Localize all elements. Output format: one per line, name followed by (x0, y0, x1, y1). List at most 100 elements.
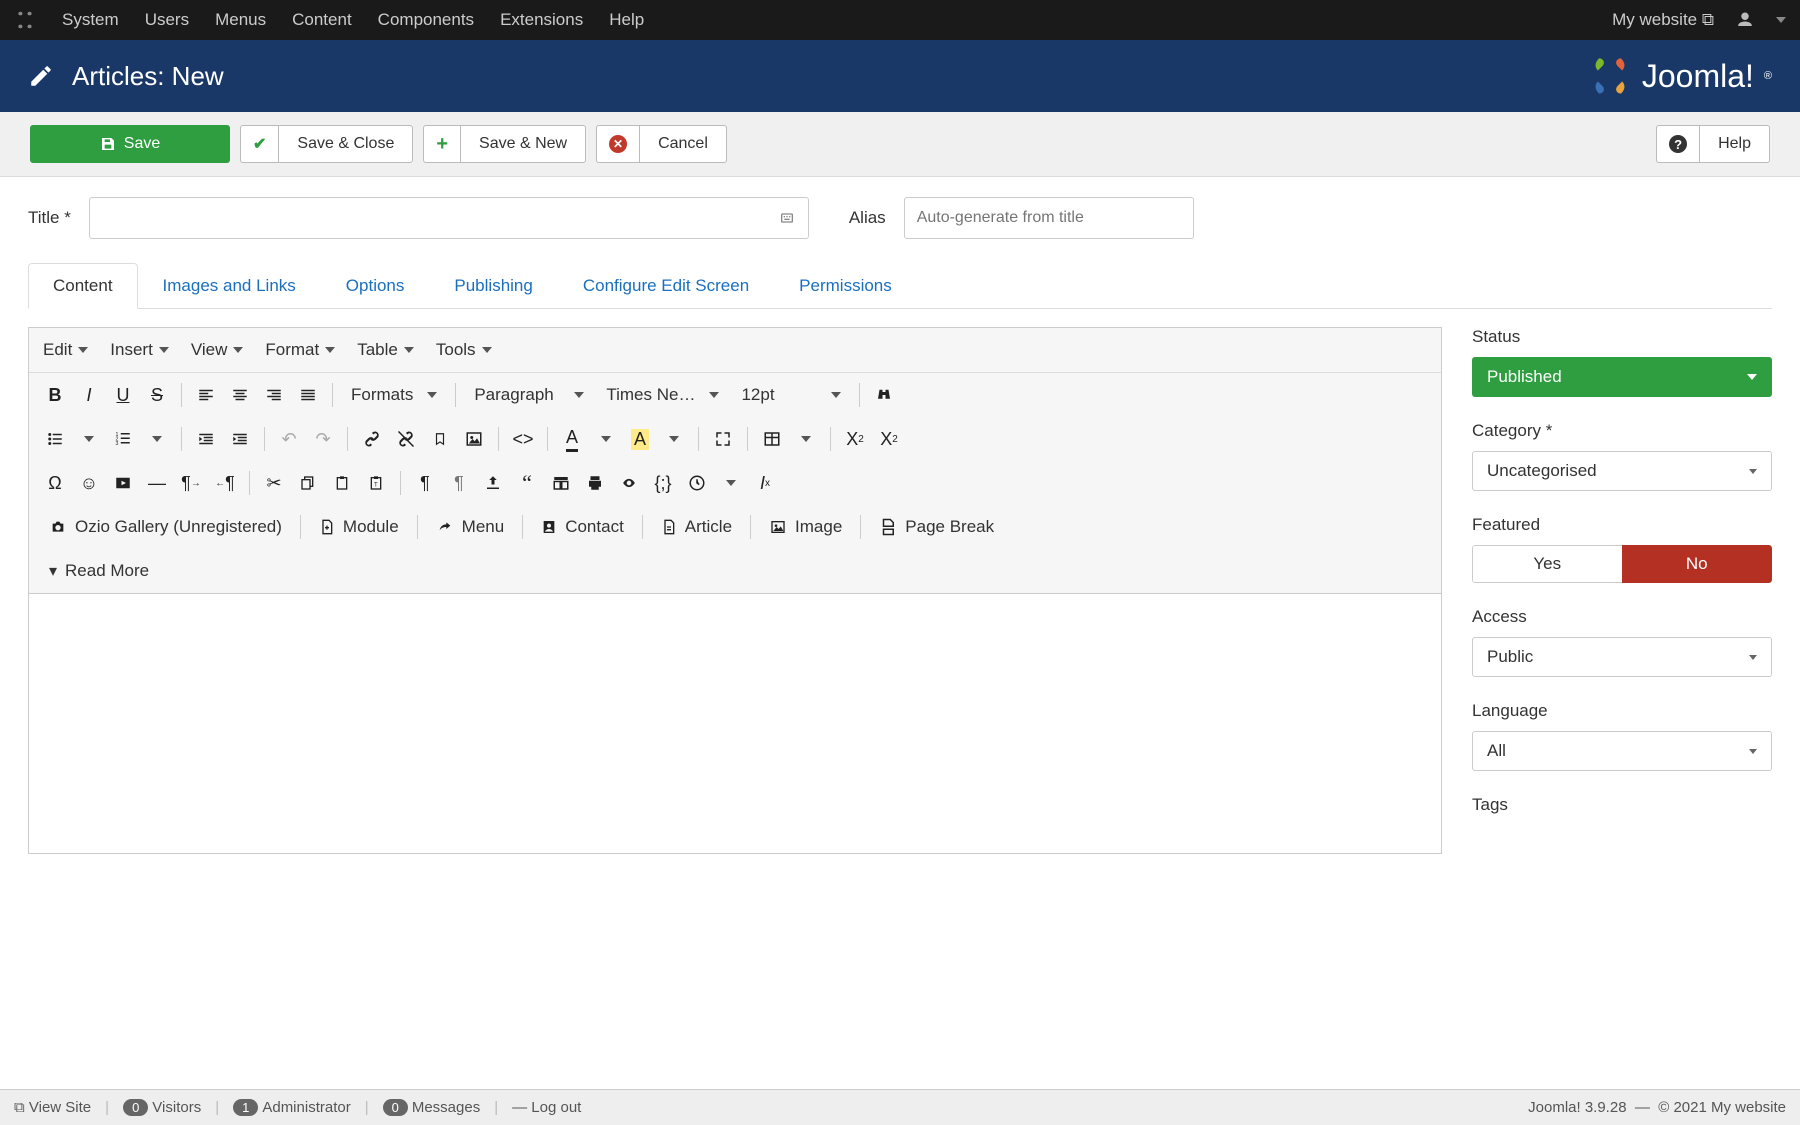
underline-icon[interactable]: U (107, 379, 139, 411)
menu-table[interactable]: Table (357, 340, 414, 360)
tab-configure-edit[interactable]: Configure Edit Screen (558, 263, 774, 309)
featured-yes[interactable]: Yes (1472, 545, 1622, 583)
menu-content[interactable]: Content (292, 10, 352, 30)
alias-input[interactable] (904, 197, 1194, 239)
bg-color-caret-icon[interactable] (658, 423, 690, 455)
template-icon[interactable] (545, 467, 577, 499)
user-icon[interactable] (1736, 11, 1754, 29)
featured-no[interactable]: No (1622, 545, 1773, 583)
text-color-icon[interactable]: A (556, 423, 588, 455)
help-button[interactable]: Help (1699, 125, 1770, 163)
ozio-button[interactable]: Ozio Gallery (Unregistered) (39, 511, 292, 543)
rtl-icon[interactable]: ←¶ (209, 467, 241, 499)
bold-icon[interactable]: B (39, 379, 71, 411)
logout-link[interactable]: — Log out (512, 1099, 581, 1116)
paste-text-icon[interactable]: T (360, 467, 392, 499)
blockquote-icon[interactable]: “ (511, 467, 543, 499)
clear-format-icon[interactable]: Ix (749, 467, 781, 499)
help-icon-button[interactable]: ? (1656, 125, 1699, 163)
font-select[interactable]: Times Ne… (596, 379, 729, 411)
tab-permissions[interactable]: Permissions (774, 263, 917, 309)
bullet-list-icon[interactable] (39, 423, 71, 455)
number-list-caret-icon[interactable] (141, 423, 173, 455)
bg-color-icon[interactable]: A (624, 423, 656, 455)
omega-icon[interactable]: Ω (39, 467, 71, 499)
table-icon[interactable] (756, 423, 788, 455)
article-button[interactable]: Article (651, 511, 742, 543)
emoji-icon[interactable]: ☺ (73, 467, 105, 499)
tab-options[interactable]: Options (321, 263, 430, 309)
user-caret-icon[interactable] (1776, 17, 1786, 23)
menu-extensions[interactable]: Extensions (500, 10, 583, 30)
binoculars-icon[interactable] (868, 379, 900, 411)
image-icon[interactable] (458, 423, 490, 455)
number-list-icon[interactable]: 123 (107, 423, 139, 455)
ltr-icon[interactable]: ¶→ (175, 467, 207, 499)
unlink-icon[interactable] (390, 423, 422, 455)
status-select[interactable]: Published (1472, 357, 1772, 397)
pagebreak-button[interactable]: Page Break (869, 511, 1004, 543)
cut-icon[interactable]: ✂ (258, 467, 290, 499)
strikethrough-icon[interactable]: S (141, 379, 173, 411)
joomla-glyph-icon[interactable] (14, 9, 36, 31)
contact-button[interactable]: Contact (531, 511, 634, 543)
messages-link[interactable]: 0Messages (383, 1099, 481, 1116)
save-new-icon-button[interactable]: + (423, 125, 460, 163)
image-button[interactable]: Image (759, 511, 852, 543)
menu-button[interactable]: Menu (426, 511, 515, 543)
preview-icon[interactable] (613, 467, 645, 499)
menu-format[interactable]: Format (265, 340, 335, 360)
cancel-button[interactable]: Cancel (639, 125, 727, 163)
redo-icon[interactable]: ↷ (307, 423, 339, 455)
menu-insert[interactable]: Insert (110, 340, 169, 360)
tab-content[interactable]: Content (28, 263, 138, 309)
text-color-caret-icon[interactable] (590, 423, 622, 455)
access-select[interactable]: Public (1472, 637, 1772, 677)
align-left-icon[interactable] (190, 379, 222, 411)
fontsize-select[interactable]: 12pt (731, 379, 851, 411)
link-icon[interactable] (356, 423, 388, 455)
show-invisible-icon[interactable]: ¶ (443, 467, 475, 499)
copy-icon[interactable] (292, 467, 324, 499)
fullscreen-icon[interactable] (707, 423, 739, 455)
save-button[interactable]: Save (30, 125, 230, 163)
module-button[interactable]: Module (309, 511, 409, 543)
datetime-icon[interactable] (681, 467, 713, 499)
code-icon[interactable]: <> (507, 423, 539, 455)
align-right-icon[interactable] (258, 379, 290, 411)
codesample-icon[interactable]: {;} (647, 467, 679, 499)
outdent-icon[interactable] (190, 423, 222, 455)
save-close-button[interactable]: Save & Close (278, 125, 413, 163)
save-close-icon-button[interactable]: ✔ (240, 125, 278, 163)
hr-icon[interactable]: — (141, 467, 173, 499)
title-input[interactable] (89, 197, 809, 239)
menu-components[interactable]: Components (378, 10, 474, 30)
tab-images-links[interactable]: Images and Links (138, 263, 321, 309)
upload-icon[interactable] (477, 467, 509, 499)
formats-select[interactable]: Formats (341, 379, 447, 411)
show-blocks-icon[interactable]: ¶ (409, 467, 441, 499)
datetime-caret-icon[interactable] (715, 467, 747, 499)
print-icon[interactable] (579, 467, 611, 499)
view-site-link[interactable]: ⧉ View Site (14, 1099, 91, 1116)
paste-icon[interactable] (326, 467, 358, 499)
media-icon[interactable] (107, 467, 139, 499)
table-caret-icon[interactable] (790, 423, 822, 455)
menu-view[interactable]: View (191, 340, 244, 360)
tab-publishing[interactable]: Publishing (429, 263, 557, 309)
align-justify-icon[interactable] (292, 379, 324, 411)
superscript-icon[interactable]: X2 (873, 423, 905, 455)
menu-users[interactable]: Users (145, 10, 189, 30)
site-link[interactable]: My website ⧉ (1612, 10, 1714, 30)
language-select[interactable]: All (1472, 731, 1772, 771)
category-select[interactable]: Uncategorised (1472, 451, 1772, 491)
undo-icon[interactable]: ↶ (273, 423, 305, 455)
bookmark-icon[interactable] (424, 423, 456, 455)
admin-link[interactable]: 1Administrator (233, 1099, 351, 1116)
bullet-list-caret-icon[interactable] (73, 423, 105, 455)
block-select[interactable]: Paragraph (464, 379, 594, 411)
visitors-link[interactable]: 0Visitors (123, 1099, 201, 1116)
menu-system[interactable]: System (62, 10, 119, 30)
menu-tools[interactable]: Tools (436, 340, 492, 360)
cancel-icon-button[interactable]: ✕ (596, 125, 639, 163)
